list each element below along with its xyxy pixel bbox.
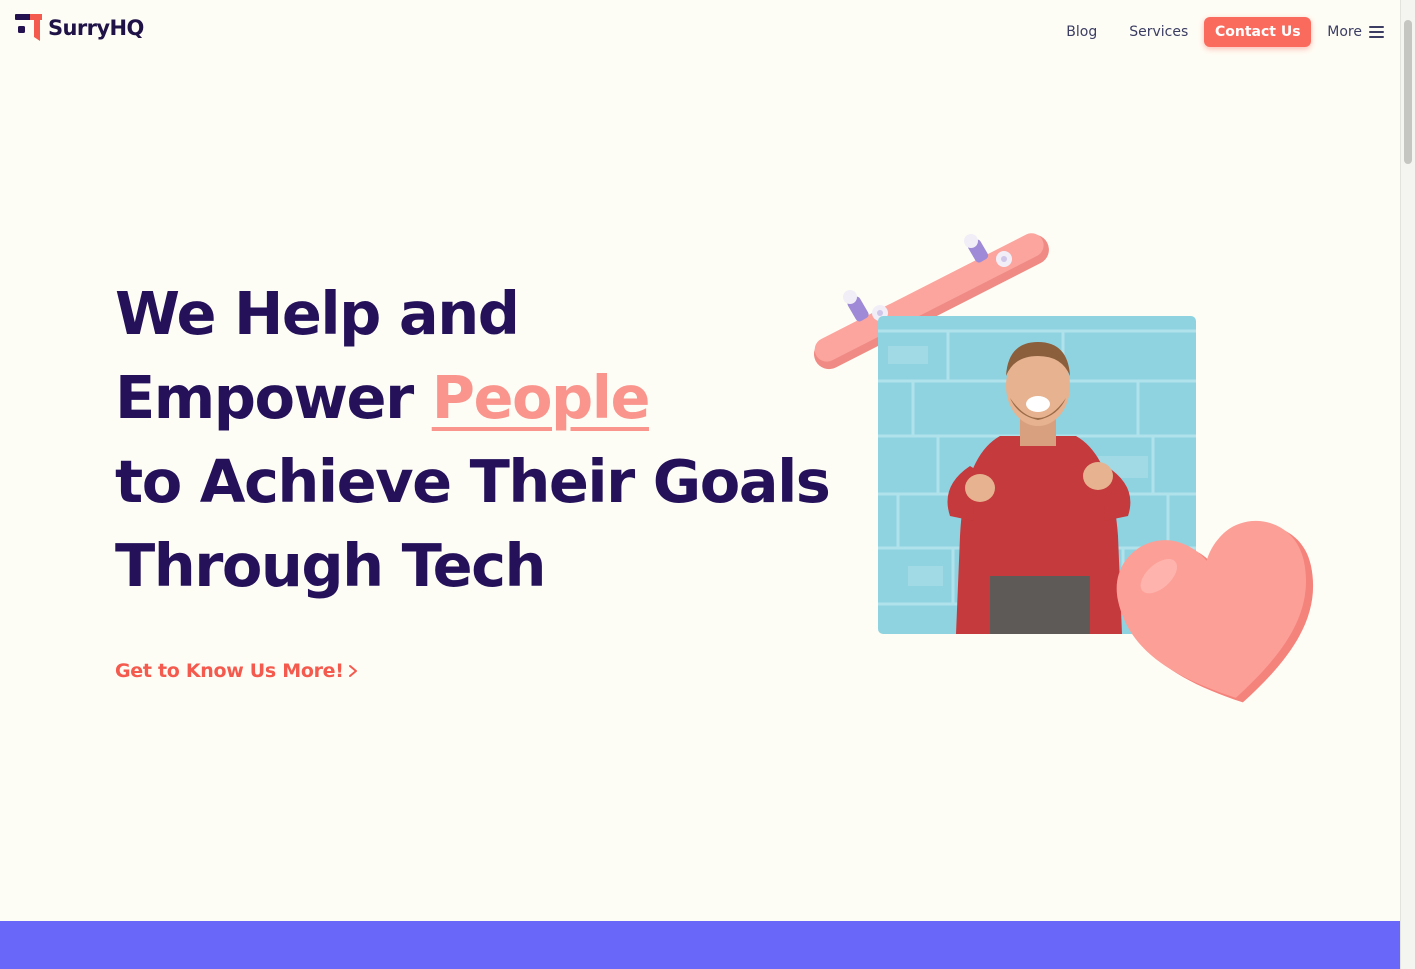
headline-highlight-people: People <box>431 363 651 432</box>
brand-logo[interactable]: SurryHQ <box>15 14 144 41</box>
cta-label: Get to Know Us More! <box>115 660 344 682</box>
hamburger-menu-icon <box>1369 26 1384 38</box>
more-label: More <box>1327 24 1362 40</box>
headline-line-1: We Help and <box>115 279 520 348</box>
headline-line-3: to Achieve Their Goals <box>115 447 831 516</box>
hero-photo <box>878 316 1196 634</box>
contact-us-button[interactable]: Contact Us <box>1204 17 1312 47</box>
page: SurryHQ Blog Services Contact Us More We… <box>0 0 1400 969</box>
get-to-know-us-link[interactable]: Get to Know Us More! <box>115 660 358 682</box>
headline-line-2-prefix: Empower <box>115 363 432 432</box>
scrollbar-thumb[interactable] <box>1404 20 1412 164</box>
headline-line-4: Through Tech <box>115 531 547 600</box>
hero-headline: We Help and Empower People to Achieve Th… <box>115 272 831 608</box>
nav-blog-link[interactable]: Blog <box>1066 24 1097 40</box>
more-menu-button[interactable]: More <box>1327 24 1384 40</box>
main-nav: Blog Services Contact Us More <box>1066 17 1384 47</box>
brand-name: SurryHQ <box>48 15 144 40</box>
headline-line-2: Empower People <box>115 356 829 440</box>
logo-mark-icon <box>15 14 42 41</box>
chevron-right-icon <box>348 665 357 677</box>
nav-services-link[interactable]: Services <box>1129 24 1188 40</box>
next-section-band <box>0 921 1400 969</box>
